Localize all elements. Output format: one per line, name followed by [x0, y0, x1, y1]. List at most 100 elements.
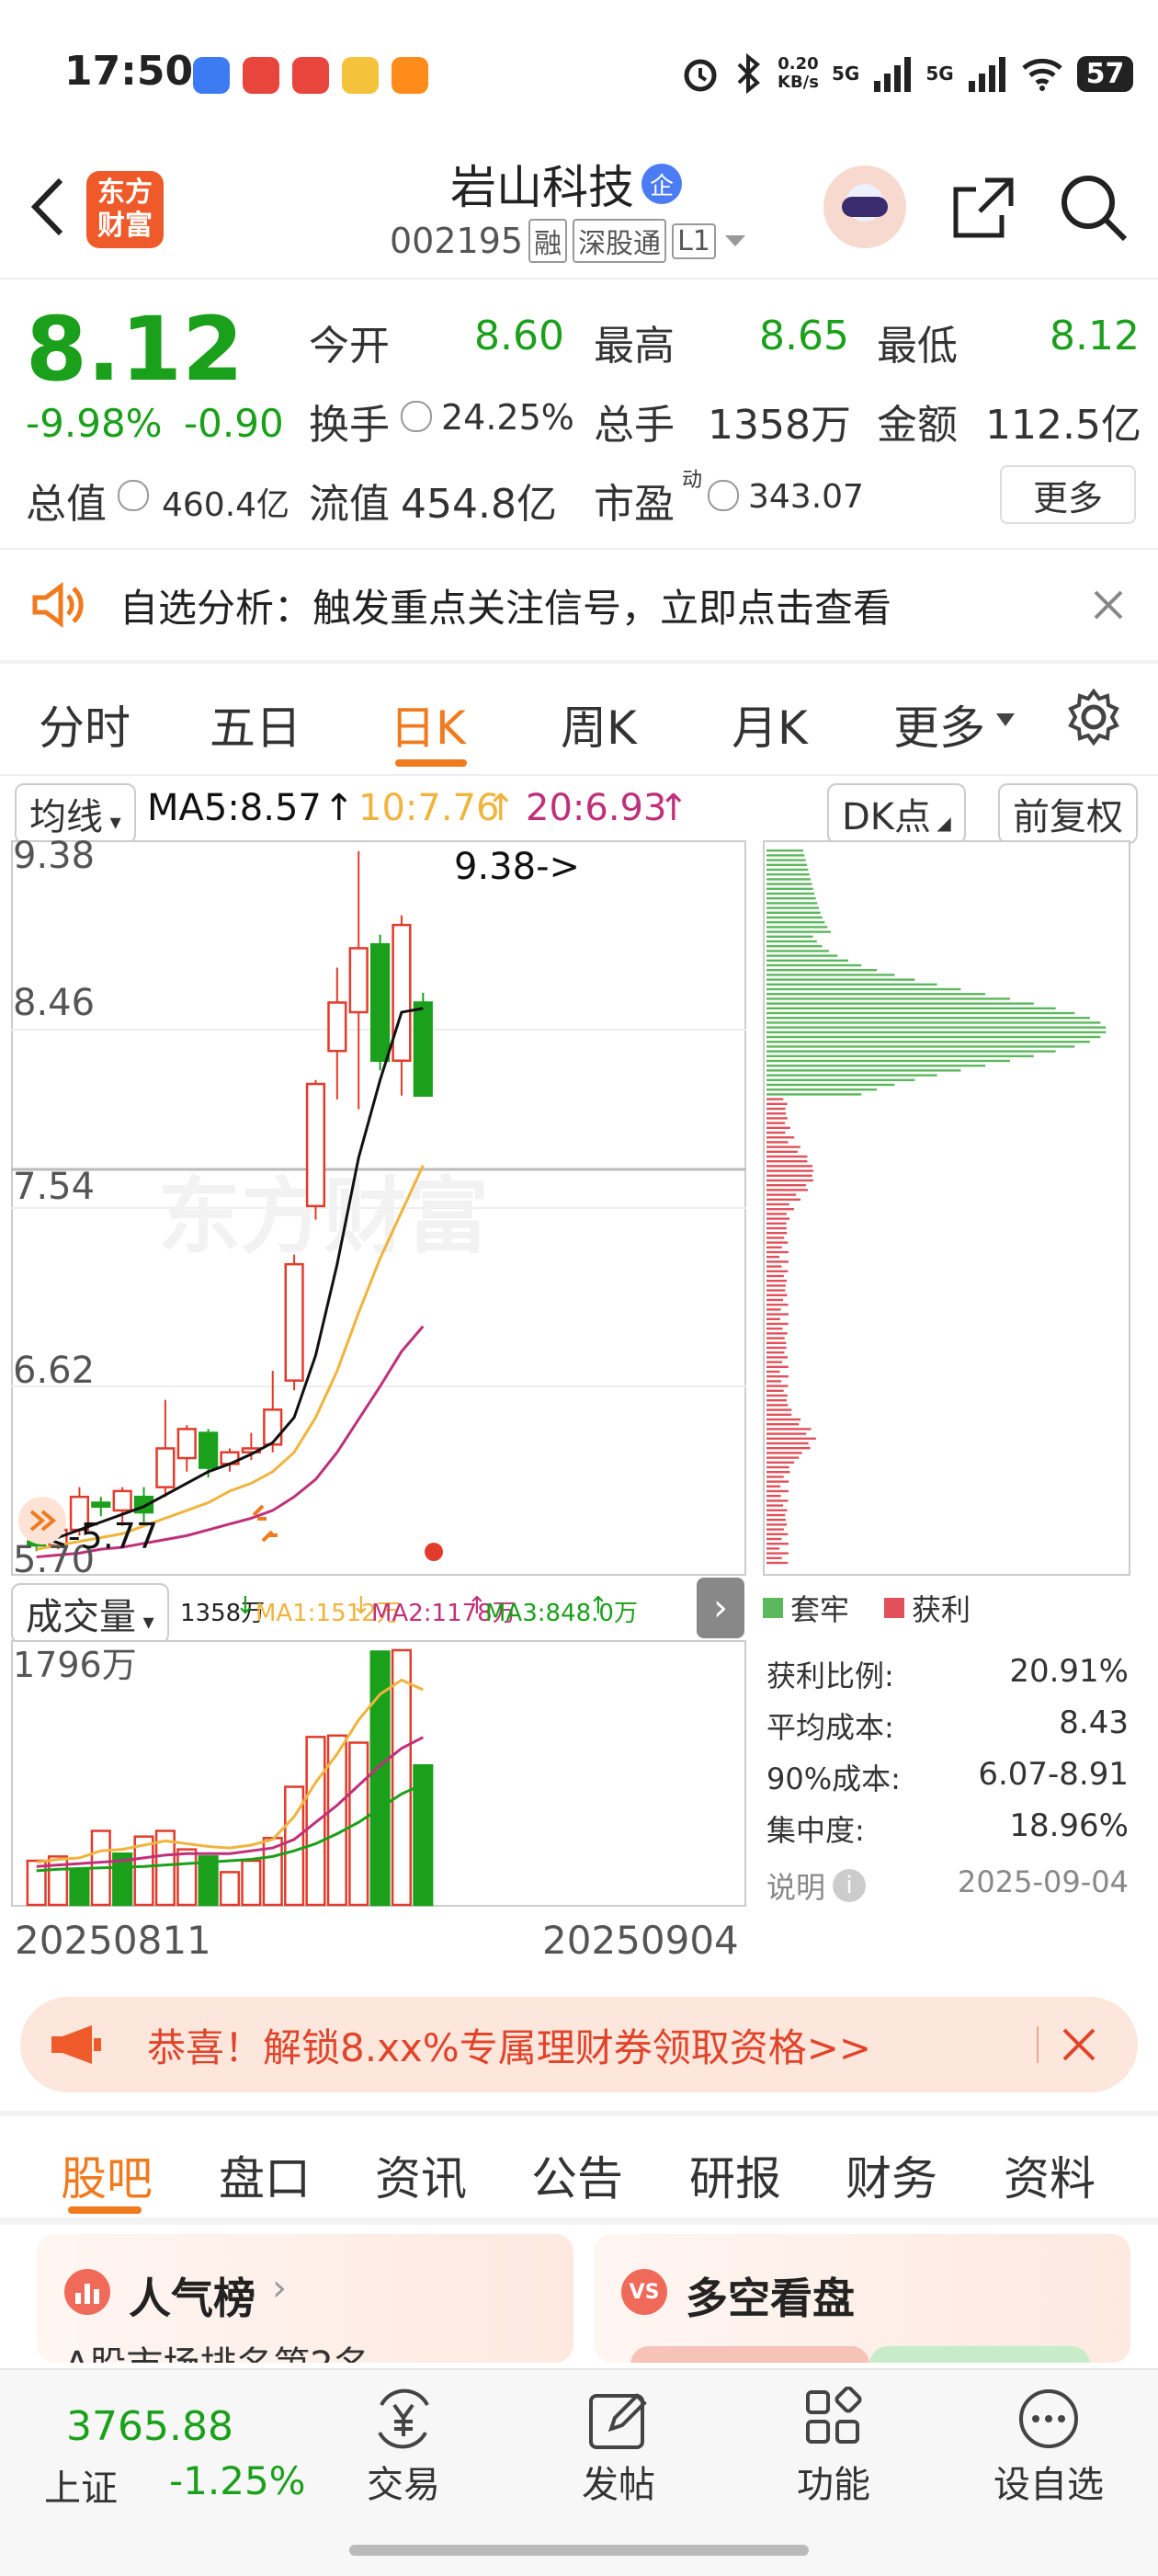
chip-bar — [766, 1370, 780, 1373]
chip-bar — [766, 1007, 1056, 1009]
share-icon[interactable] — [948, 173, 1018, 243]
vol-ma2-arrow-icon: ↑ — [467, 1592, 487, 1620]
bull-bear-card[interactable]: VS 多空看盘 — [594, 2234, 1130, 2363]
collapse-panel-button[interactable]: › — [697, 1578, 744, 1638]
mktcap-label: 总值 — [26, 481, 107, 528]
chip-bar — [766, 1150, 798, 1153]
tab-profile[interactable]: 资料 — [1004, 2142, 1096, 2208]
chip-bar — [766, 1260, 789, 1263]
chip-distribution-chart[interactable] — [763, 840, 1130, 1576]
net-speed: 0.20 KB/s — [778, 54, 819, 92]
info-icon-pe[interactable] — [708, 480, 739, 511]
chip-bar — [766, 983, 937, 986]
bluetooth-icon — [737, 53, 760, 94]
volume-chart[interactable]: 1796万 — [11, 1640, 746, 1907]
promo-close-icon[interactable] — [1061, 2026, 1097, 2063]
y-tick-2: 8.46 — [13, 982, 95, 1024]
nav-trade[interactable]: 交易 — [353, 2387, 454, 2508]
chip-row-value-4: 18.96% — [1009, 1807, 1129, 1844]
tab-guba[interactable]: 股吧 — [61, 2142, 153, 2208]
promo-banner[interactable]: 恭喜！解锁8.xx%专属理财券领取资格>> — [20, 1997, 1138, 2092]
index-change[interactable]: -1.25% — [169, 2458, 306, 2503]
info-icon-turnover[interactable] — [401, 401, 432, 432]
tag-sgt: 深股通 — [573, 219, 667, 263]
nav-post-label: 发帖 — [582, 2464, 655, 2506]
pe-label: 市盈 — [594, 481, 675, 528]
tab-timeshare[interactable]: 分时 — [39, 691, 131, 758]
close-icon[interactable] — [1090, 587, 1127, 623]
tab-weekly-k[interactable]: 周K — [561, 691, 637, 758]
tab-announcement[interactable]: 公告 — [531, 2142, 623, 2208]
chip-bar — [766, 1543, 789, 1545]
more-button[interactable]: 更多 — [1000, 465, 1136, 524]
tab-news[interactable]: 资讯 — [375, 2142, 467, 2208]
chip-bar — [766, 1365, 789, 1368]
ma20-label: 20:6.93 — [526, 787, 667, 829]
popularity-card[interactable]: 人气榜 › A股市场排名第2名 — [37, 2234, 573, 2363]
nav-post[interactable]: 发帖 — [568, 2387, 669, 2508]
nav-trade-label: 交易 — [367, 2464, 440, 2506]
tab-daily-k[interactable]: 日K — [390, 691, 466, 758]
ma10-label: 10:7.76 — [358, 787, 500, 829]
tab-finance[interactable]: 财务 — [846, 2142, 937, 2208]
chip-bar — [766, 1413, 792, 1416]
chip-bar — [766, 997, 1010, 1000]
candle-body — [327, 1001, 347, 1053]
chip-bar — [766, 1117, 788, 1120]
chip-bar — [766, 1404, 789, 1407]
chip-bar — [766, 963, 862, 967]
kline-chart[interactable]: 东方财富 9.38 8.46 7.54 6.62 5.70 9.38-> <-5… — [11, 840, 746, 1576]
dk-point-button[interactable]: DK点 ◢ — [827, 783, 966, 844]
turnover-label: 换手 — [309, 402, 390, 449]
nav-add-watchlist[interactable]: 设自选 — [980, 2387, 1118, 2508]
signal-dot[interactable] — [425, 1543, 443, 1561]
chip-bar — [766, 873, 810, 876]
info-icon-mktcap[interactable] — [118, 480, 149, 511]
stock-code-row[interactable]: 002195 融 深股通 L1 — [390, 219, 749, 263]
nav-functions[interactable]: 功能 — [783, 2386, 884, 2508]
robot-avatar[interactable] — [823, 165, 906, 248]
settings-gear-icon[interactable] — [1062, 686, 1125, 748]
pe-value: 343.07 — [748, 478, 864, 516]
notice-bar[interactable]: 自选分析：触发重点关注信号，立即点击查看 — [0, 550, 1158, 660]
adjust-button[interactable]: 前复权 — [998, 783, 1138, 844]
chip-bar — [766, 1356, 789, 1359]
app-icon-red-1 — [243, 57, 279, 94]
search-icon[interactable] — [1057, 171, 1130, 245]
tab-pankou[interactable]: 盘口 — [219, 2142, 311, 2208]
chip-bar — [766, 974, 895, 976]
index-name[interactable]: 上证 — [44, 2458, 118, 2512]
open-value: 8.60 — [474, 313, 564, 359]
chip-bar — [766, 1155, 808, 1158]
tab-monthly-k[interactable]: 月K — [732, 691, 808, 758]
chip-bar — [766, 1533, 789, 1535]
ma20-arrow-icon: ↑ — [658, 787, 689, 829]
ranking-icon — [64, 2269, 110, 2315]
stock-title-row[interactable]: 岩山科技 企 — [450, 151, 682, 217]
tab-fiveday[interactable]: 五日 — [210, 691, 301, 758]
chip-bar — [766, 1280, 788, 1282]
chip-bar — [766, 1126, 790, 1129]
tab-more[interactable]: 更多 — [893, 691, 985, 758]
candle-body — [91, 1501, 111, 1508]
chip-explain[interactable]: 说明 i — [766, 1864, 867, 1907]
ma-selector[interactable]: 均线 ▾ — [15, 783, 136, 844]
eastmoney-logo[interactable]: 东方 财富 — [86, 171, 164, 248]
section-gap-3 — [0, 2217, 1158, 2225]
y-tick-3: 7.54 — [13, 1166, 95, 1208]
chip-bar — [766, 1485, 781, 1487]
vs-icon: VS — [621, 2269, 667, 2315]
battery-icon: 57 — [1076, 55, 1134, 92]
chip-bar — [766, 1385, 789, 1387]
chip-bar — [766, 1131, 786, 1134]
chip-bar — [766, 1528, 784, 1531]
index-value[interactable]: 3765.88 — [66, 2403, 233, 2450]
promo-divider — [1037, 2026, 1039, 2063]
chip-bar — [766, 987, 961, 991]
volume-selector[interactable]: 成交量 ▾ — [11, 1583, 169, 1644]
tab-research[interactable]: 研报 — [689, 2142, 781, 2208]
amount-value: 112.5亿 — [985, 402, 1141, 449]
chip-bar — [766, 1476, 784, 1478]
chip-bar — [766, 859, 806, 861]
back-icon[interactable] — [26, 175, 72, 239]
